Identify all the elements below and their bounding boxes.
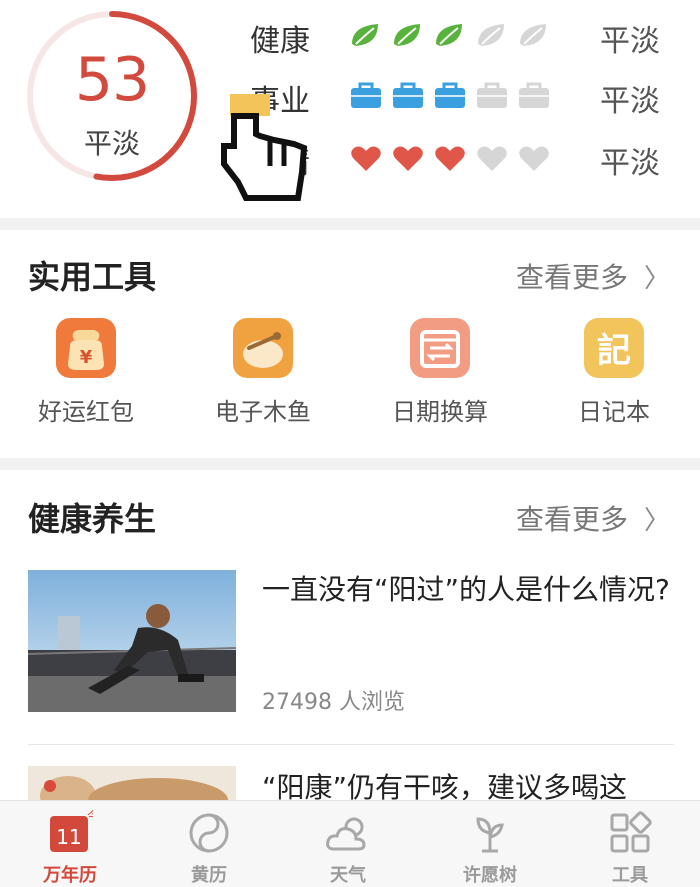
tool-label: 好运红包	[38, 398, 134, 426]
date-convert-icon	[410, 318, 470, 378]
section-divider	[0, 218, 700, 230]
tab-label: 万年历	[43, 865, 97, 886]
article-item[interactable]: “阳康”仍有干咳，建议多喝这	[28, 766, 674, 800]
tool-label: 日期换算	[392, 398, 488, 426]
tool-label: 日记本	[578, 398, 650, 426]
tool-diary[interactable]: 記 日记本	[534, 318, 694, 427]
health-section-title: 健康养生	[28, 500, 157, 538]
tools-grid-icon	[570, 809, 690, 857]
career-rating	[348, 78, 552, 112]
fortune-row-level: 平淡	[600, 24, 660, 59]
heart-icon	[477, 146, 507, 171]
leaf-icon	[520, 24, 546, 46]
tab-tools[interactable]: 工具	[570, 809, 690, 887]
leaf-icon	[478, 24, 504, 46]
tab-calendar[interactable]: 11 今 万年历	[10, 809, 130, 887]
fortune-card[interactable]: 53 平淡 健康 平淡 事业 平淡 爱情 平淡	[0, 0, 700, 218]
briefcase-icon	[435, 82, 465, 108]
tool-wooden-fish[interactable]: 电子木鱼	[183, 318, 343, 427]
article-views: 27498 人浏览	[262, 690, 405, 715]
tools-grid: ¥ 好运红包 电子木鱼 日期换算 記 日记本	[0, 318, 700, 428]
diary-icon: 記	[584, 318, 644, 378]
tab-label: 工具	[612, 865, 648, 886]
tab-label: 许愿树	[463, 865, 517, 886]
article-thumbnail	[28, 766, 236, 800]
tool-date-convert[interactable]: 日期换算	[360, 318, 520, 427]
lucky-money-bag-icon: ¥	[56, 318, 116, 378]
article-divider	[28, 744, 674, 745]
fortune-row-level: 平淡	[600, 146, 660, 181]
tool-lucky-money[interactable]: ¥ 好运红包	[6, 318, 166, 427]
heart-icon	[435, 146, 465, 171]
fortune-row-health: 健康 平淡	[250, 10, 670, 60]
calendar-icon: 11 今	[10, 809, 130, 857]
tool-label: 电子木鱼	[215, 398, 311, 426]
chevron-right-icon: 〉	[643, 263, 670, 294]
section-divider	[0, 458, 700, 470]
svg-text:今: 今	[87, 810, 93, 823]
weather-icon	[288, 809, 408, 857]
briefcase-icon	[393, 82, 423, 108]
wish-tree-icon	[430, 809, 550, 857]
fortune-score-label: 平淡	[83, 127, 140, 160]
health-more-label: 查看更多	[515, 503, 628, 536]
bottom-tab-bar: 11 今 万年历 黄历 天气	[0, 800, 700, 887]
tools-more-label: 查看更多	[515, 261, 628, 294]
heart-icon	[351, 146, 381, 171]
leaf-icon	[352, 24, 378, 46]
svg-text:記: 記	[597, 331, 631, 371]
love-rating	[348, 140, 552, 174]
tab-wish-tree[interactable]: 许愿树	[430, 809, 550, 887]
fortune-row-level: 平淡	[600, 84, 660, 119]
tools-section-title: 实用工具	[28, 258, 157, 296]
tools-more-link[interactable]: 查看更多 〉	[516, 256, 670, 296]
article-thumbnail	[28, 570, 236, 712]
wooden-fish-icon	[233, 318, 293, 378]
tab-weather[interactable]: 天气	[288, 809, 408, 887]
tab-almanac[interactable]: 黄历	[149, 809, 269, 887]
health-more-link[interactable]: 查看更多 〉	[516, 498, 670, 538]
chevron-right-icon: 〉	[643, 505, 670, 536]
hand-cursor-icon	[221, 94, 308, 201]
fortune-row-label: 健康	[250, 24, 310, 59]
heart-icon	[519, 146, 549, 171]
fortune-row-love: 爱情 平淡	[250, 132, 670, 182]
briefcase-icon	[351, 82, 381, 108]
svg-text:¥: ¥	[80, 347, 93, 368]
article-title: 一直没有“阳过”的人是什么情况?	[262, 573, 670, 606]
leaf-icon	[394, 24, 420, 46]
fortune-score: 53	[74, 45, 150, 115]
article-item[interactable]: 一直没有“阳过”的人是什么情况? 27498 人浏览	[28, 570, 674, 715]
briefcase-icon	[477, 82, 507, 108]
health-rating	[348, 18, 552, 52]
heart-icon	[393, 146, 423, 171]
briefcase-icon	[519, 82, 549, 108]
tab-label: 黄历	[191, 865, 227, 886]
fortune-row-career: 事业 平淡	[250, 70, 670, 120]
svg-text:11: 11	[56, 825, 81, 849]
leaf-icon	[436, 24, 462, 46]
tab-label: 天气	[330, 865, 366, 886]
yin-yang-icon	[149, 809, 269, 857]
article-title: “阳康”仍有干咳，建议多喝这	[262, 771, 628, 800]
